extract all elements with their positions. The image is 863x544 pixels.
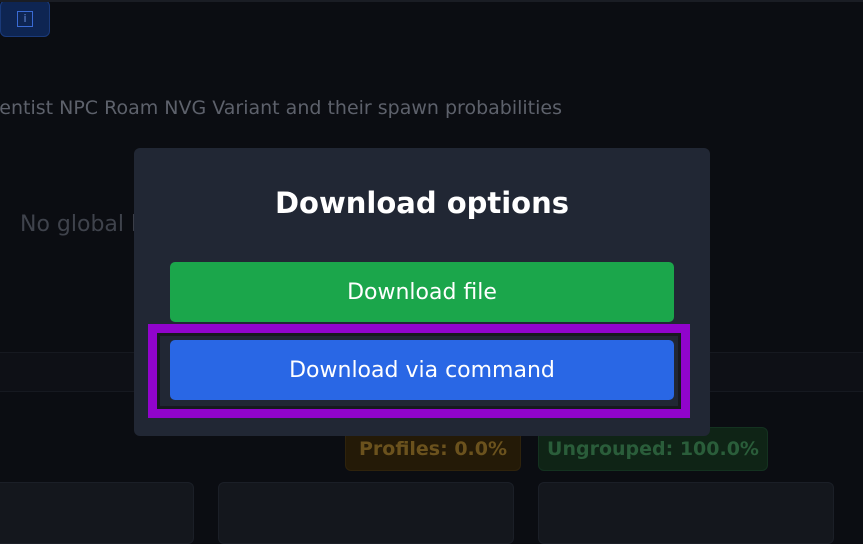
npc-card[interactable] (218, 482, 514, 544)
info-icon: i (17, 11, 33, 27)
top-divider (0, 0, 863, 2)
page-subtitle: ientist NPC Roam NVG Variant and their s… (0, 97, 562, 119)
info-button[interactable]: i (0, 0, 50, 37)
modal-title: Download options (274, 186, 570, 220)
empty-state-message: No global l (20, 212, 138, 237)
npc-card[interactable] (0, 482, 194, 544)
npc-card[interactable] (538, 482, 834, 544)
download-options-modal: Download options Download file Download … (134, 148, 710, 436)
download-via-command-button[interactable]: Download via command (170, 340, 674, 400)
download-file-button[interactable]: Download file (170, 262, 674, 322)
